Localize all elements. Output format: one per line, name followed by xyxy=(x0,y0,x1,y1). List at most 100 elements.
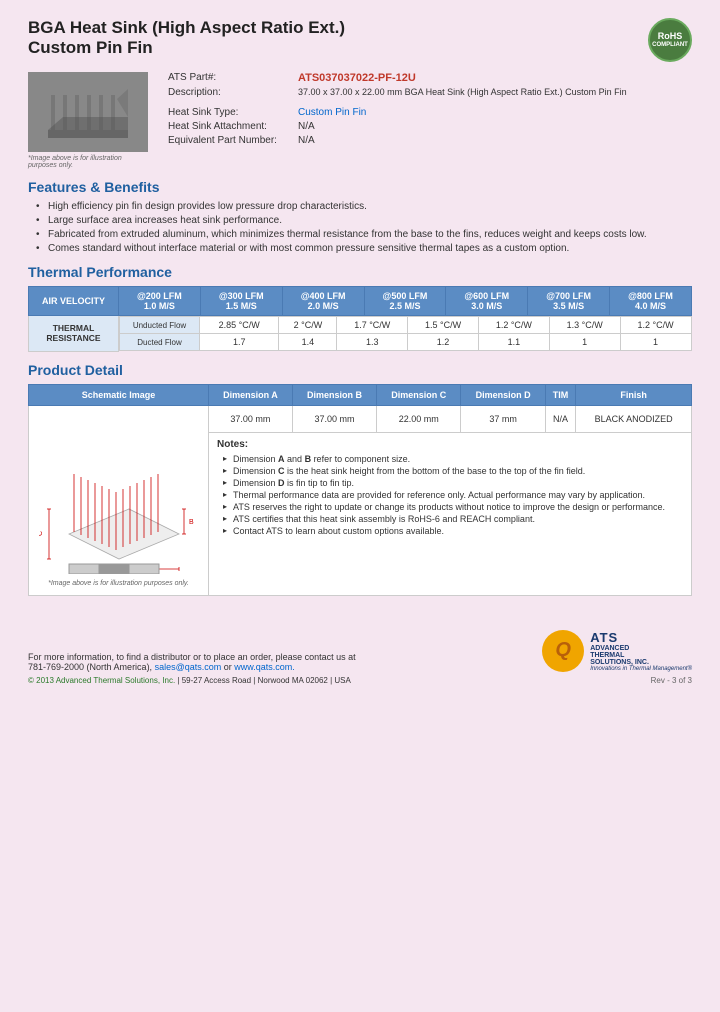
ats-name: ATS xyxy=(590,630,692,645)
rohs-text: RoHS xyxy=(658,31,683,42)
desc-value: 37.00 x 37.00 x 22.00 mm BGA Heat Sink (… xyxy=(298,87,627,97)
heatsink-svg xyxy=(33,75,143,150)
email-link[interactable]: sales@qats.com xyxy=(155,662,222,672)
col-400lfm: @400 LFM2.0 M/S xyxy=(282,287,364,316)
schematic-image-cell: C A B xyxy=(29,405,209,595)
tim-header: TIM xyxy=(545,384,576,405)
desc-label: Description: xyxy=(168,87,298,98)
footer-copyright: © 2013 Advanced Thermal Solutions, Inc. … xyxy=(28,676,356,685)
note-2: Dimension C is the heat sink height from… xyxy=(223,466,683,476)
note-6: ATS certifies that this heat sink assemb… xyxy=(223,514,683,524)
header-title: BGA Heat Sink (High Aspect Ratio Ext.) C… xyxy=(28,18,345,58)
product-detail-table: Schematic Image Dimension A Dimension B … xyxy=(28,384,692,596)
type-value: Custom Pin Fin xyxy=(298,107,366,118)
contact-text: For more information, to find a distribu… xyxy=(28,652,356,662)
unducted-label: Unducted Flow xyxy=(120,317,200,334)
note-3: Dimension D is fin tip to fin tip. xyxy=(223,478,683,488)
finish-value: BLACK ANODIZED xyxy=(576,405,692,433)
ats-full3: SOLUTIONS, INC. xyxy=(590,659,692,666)
dim-b-header: Dimension B xyxy=(292,384,376,405)
or-text: or xyxy=(224,662,235,672)
dim-d-header: Dimension D xyxy=(461,384,545,405)
page: BGA Heat Sink (High Aspect Ratio Ext.) C… xyxy=(0,0,720,1012)
part-number: ATS037037022-PF-12U xyxy=(298,72,416,84)
ducted-v4: 1.2 xyxy=(408,334,479,351)
dim-a-header: Dimension A xyxy=(209,384,293,405)
title-line2: Custom Pin Fin xyxy=(28,38,345,58)
contact-details: 781-769-2000 (North America), sales@qats… xyxy=(28,662,356,672)
rohs-compliant: COMPLIANT xyxy=(652,42,688,49)
col-200lfm: @200 LFM1.0 M/S xyxy=(119,287,201,316)
note-4: Thermal performance data are provided fo… xyxy=(223,490,683,500)
finish-header: Finish xyxy=(576,384,692,405)
equiv-value: N/A xyxy=(298,135,315,146)
attachment-row: Heat Sink Attachment: N/A xyxy=(168,121,692,132)
type-row: Heat Sink Type: Custom Pin Fin xyxy=(168,107,692,118)
unducted-v1: 2.85 °C/W xyxy=(200,317,279,334)
notes-section: Notes: Dimension A and B refer to compon… xyxy=(209,433,691,544)
schematic-caption: *Image above is for illustration purpose… xyxy=(37,580,200,587)
col-600lfm: @600 LFM3.0 M/S xyxy=(446,287,528,316)
product-image-box xyxy=(28,72,148,152)
note-1: Dimension A and B refer to component siz… xyxy=(223,454,683,464)
notes-cell: Notes: Dimension A and B refer to compon… xyxy=(209,433,692,595)
product-details: ATS Part#: ATS037037022-PF-12U Descripti… xyxy=(168,72,692,169)
ats-tagline: Innovations in Thermal Management® xyxy=(590,666,692,672)
notes-list: Dimension A and B refer to component siz… xyxy=(223,454,683,536)
rohs-badge: RoHS COMPLIANT xyxy=(648,18,692,62)
unducted-v6: 1.3 °C/W xyxy=(549,317,620,334)
ducted-label: Ducted Flow xyxy=(120,334,200,351)
logo-q: Q xyxy=(555,639,571,662)
feature-item-1: High efficiency pin fin design provides … xyxy=(36,201,692,212)
unducted-v2: 2 °C/W xyxy=(279,317,337,334)
features-title: Features & Benefits xyxy=(28,179,692,195)
dim-b-value: 37.00 mm xyxy=(292,405,376,433)
desc-row: Description: 37.00 x 37.00 x 22.00 mm BG… xyxy=(168,87,692,98)
ducted-v5: 1.1 xyxy=(478,334,549,351)
header: BGA Heat Sink (High Aspect Ratio Ext.) C… xyxy=(28,18,692,62)
page-number: Rev - 3 of 3 xyxy=(651,676,692,685)
ducted-v7: 1 xyxy=(620,334,691,351)
tim-value: N/A xyxy=(545,405,576,433)
dim-a-value: 37.00 mm xyxy=(209,405,293,433)
attachment-value: N/A xyxy=(298,121,315,132)
equiv-label: Equivalent Part Number: xyxy=(168,135,298,146)
col-500lfm: @500 LFM2.5 M/S xyxy=(364,287,446,316)
features-list: High efficiency pin fin design provides … xyxy=(36,201,692,254)
thermal-table: AIR VELOCITY @200 LFM1.0 M/S @300 LFM1.5… xyxy=(28,286,692,352)
product-detail-title: Product Detail xyxy=(28,362,692,378)
thermal-title: Thermal Performance xyxy=(28,264,692,280)
product-image-area: *Image above is for illustration purpose… xyxy=(28,72,148,169)
ducted-v2: 1.4 xyxy=(279,334,337,351)
ducted-v1: 1.7 xyxy=(200,334,279,351)
footer: For more information, to find a distribu… xyxy=(28,620,692,685)
phone: 781-769-2000 (North America), xyxy=(28,662,152,672)
unducted-v7: 1.2 °C/W xyxy=(620,317,691,334)
schematic-svg: C A B xyxy=(39,414,199,574)
footer-left: For more information, to find a distribu… xyxy=(28,652,356,685)
address: | 59-27 Access Road | Norwood MA 02062 |… xyxy=(177,676,350,685)
equiv-row: Equivalent Part Number: N/A xyxy=(168,135,692,146)
feature-item-3: Fabricated from extruded aluminum, which… xyxy=(36,229,692,240)
col-800lfm: @800 LFM4.0 M/S xyxy=(610,287,692,316)
dim-d-value: 37 mm xyxy=(461,405,545,433)
website-link[interactable]: www.qats.com. xyxy=(234,662,295,672)
attachment-label: Heat Sink Attachment: xyxy=(168,121,298,132)
part-label: ATS Part#: xyxy=(168,72,298,84)
part-number-row: ATS Part#: ATS037037022-PF-12U xyxy=(168,72,692,84)
ats-full1: ADVANCED xyxy=(590,645,692,652)
note-7: Contact ATS to learn about custom option… xyxy=(223,526,683,536)
col-700lfm: @700 LFM3.5 M/S xyxy=(528,287,610,316)
unducted-v3: 1.7 °C/W xyxy=(337,317,408,334)
note-5: ATS reserves the right to update or chan… xyxy=(223,502,683,512)
col-300lfm: @300 LFM1.5 M/S xyxy=(200,287,282,316)
thermal-resistance-label: THERMAL RESISTANCE xyxy=(29,316,119,352)
image-caption: *Image above is for illustration purpose… xyxy=(28,155,148,169)
feature-item-2: Large surface area increases heat sink p… xyxy=(36,215,692,226)
unducted-v5: 1.2 °C/W xyxy=(478,317,549,334)
ducted-v6: 1 xyxy=(549,334,620,351)
dim-c-value: 22.00 mm xyxy=(377,405,461,433)
air-velocity-header: AIR VELOCITY xyxy=(29,287,119,316)
ats-logo-text: ATS ADVANCED THERMAL SOLUTIONS, INC. Inn… xyxy=(590,630,692,672)
title-line1: BGA Heat Sink (High Aspect Ratio Ext.) xyxy=(28,18,345,38)
